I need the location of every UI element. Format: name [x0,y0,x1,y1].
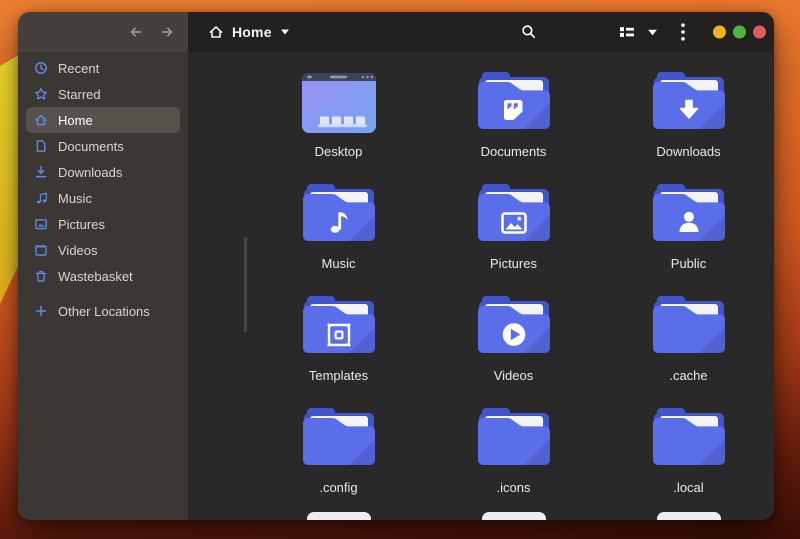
file-label: .local [673,480,703,495]
window-body: Recent Starred Home Documents Downloads Music… [18,52,774,520]
folder-icon-music [299,184,379,246]
star-icon [34,87,48,101]
trash-icon [34,269,48,283]
sidebar-item-pictures[interactable]: Pictures [26,211,180,237]
view-options-button[interactable] [641,18,663,46]
file-item-pictures[interactable]: Pictures [426,184,601,276]
titlebar: Home [18,12,774,52]
home-icon [208,24,224,40]
plus-icon [34,304,48,318]
file-label: Templates [309,368,368,383]
pathbar-label: Home [232,24,272,40]
sidebar-item-label: Music [58,191,92,206]
clock-icon [34,61,48,75]
kebab-menu-icon [681,23,685,41]
sidebar-item-label: Pictures [58,217,105,232]
sidebar-item-label: Starred [58,87,101,102]
chevron-down-icon [280,28,290,36]
main-titlebar: Home [188,12,774,52]
sidebar-item-label: Downloads [58,165,122,180]
list-view-icon [619,24,635,40]
film-icon [34,243,48,257]
file-item-public[interactable]: Public [601,184,774,276]
minimize-button[interactable] [713,26,726,39]
sidebar-list: Recent Starred Home Documents Downloads Music… [18,55,188,324]
document-icon [34,139,48,153]
menu-button[interactable] [671,18,695,46]
partial-folder-icon[interactable] [657,512,721,520]
download-icon [34,165,48,179]
chevron-down-icon [647,28,658,37]
file-item-local[interactable]: .local [601,408,774,500]
file-label: Pictures [490,256,537,271]
file-label: Desktop [315,144,363,159]
forward-arrow-icon [162,28,171,35]
folder-icon [649,408,729,470]
sidebar-item-label: Other Locations [58,304,150,319]
sidebar-item-music[interactable]: Music [26,185,180,211]
file-browser-content: Desktop Documents Downloads Music Pictur… [188,52,774,520]
sidebar-titlebar [18,12,188,52]
sidebar-item-videos[interactable]: Videos [26,237,180,263]
sidebar-item-documents[interactable]: Documents [26,133,180,159]
home-icon [34,113,48,127]
file-item-cache[interactable]: .cache [601,296,774,388]
music-icon [34,191,48,205]
file-label: .config [319,480,357,495]
sidebar-item-recent[interactable]: Recent [26,55,180,81]
search-icon [521,24,537,40]
file-label: Public [671,256,706,271]
file-label: Downloads [656,144,720,159]
files-window: Home Recent Starred Home Documents Downloads… [18,12,774,520]
folder-icon-documents [474,72,554,134]
image-icon [34,217,48,231]
folder-icon-template [299,296,379,358]
file-grid: Desktop Documents Downloads Music Pictur… [188,52,774,500]
folder-icon-person [649,184,729,246]
window-controls [713,26,766,39]
folder-icon [474,408,554,470]
file-label: Music [322,256,356,271]
sidebar-item-label: Wastebasket [58,269,133,284]
list-view-toggle-button[interactable] [613,18,641,46]
sidebar-item-label: Documents [58,139,124,154]
sidebar-item-label: Home [58,113,93,128]
file-label: .cache [669,368,707,383]
file-label: Documents [481,144,547,159]
file-item-desktop[interactable]: Desktop [251,72,426,164]
sidebar-item-wastebasket[interactable]: Wastebasket [26,263,180,289]
sidebar-item-downloads[interactable]: Downloads [26,159,180,185]
sidebar-item-label: Recent [58,61,99,76]
folder-icon-download [649,72,729,134]
file-item-icons[interactable]: .icons [426,408,601,500]
close-button[interactable] [753,26,766,39]
back-arrow-icon [131,28,140,35]
file-item-config[interactable]: .config [251,408,426,500]
folder-icon-play [474,296,554,358]
partial-folder-icon[interactable] [482,512,546,520]
file-item-downloads[interactable]: Downloads [601,72,774,164]
sidebar-item-starred[interactable]: Starred [26,81,180,107]
maximize-button[interactable] [733,26,746,39]
file-label: Videos [494,368,534,383]
sidebar-item-label: Videos [58,243,98,258]
file-item-documents[interactable]: Documents [426,72,601,164]
sidebar-item-other-locations[interactable]: Other Locations [26,298,180,324]
file-item-videos[interactable]: Videos [426,296,601,388]
partial-folder-icon[interactable] [307,512,371,520]
pathbar-location-button[interactable]: Home [198,19,300,45]
file-item-music[interactable]: Music [251,184,426,276]
search-button[interactable] [515,18,543,46]
back-button[interactable] [122,19,148,45]
folder-icon [299,408,379,470]
desktop-icon [299,72,379,134]
folder-icon [649,296,729,358]
file-item-templates[interactable]: Templates [251,296,426,388]
sidebar-item-home[interactable]: Home [26,107,180,133]
sidebar: Recent Starred Home Documents Downloads Music… [18,52,188,520]
file-label: .icons [497,480,531,495]
forward-button[interactable] [154,19,180,45]
folder-icon-image [474,184,554,246]
scrollbar-thumb[interactable] [244,237,247,332]
